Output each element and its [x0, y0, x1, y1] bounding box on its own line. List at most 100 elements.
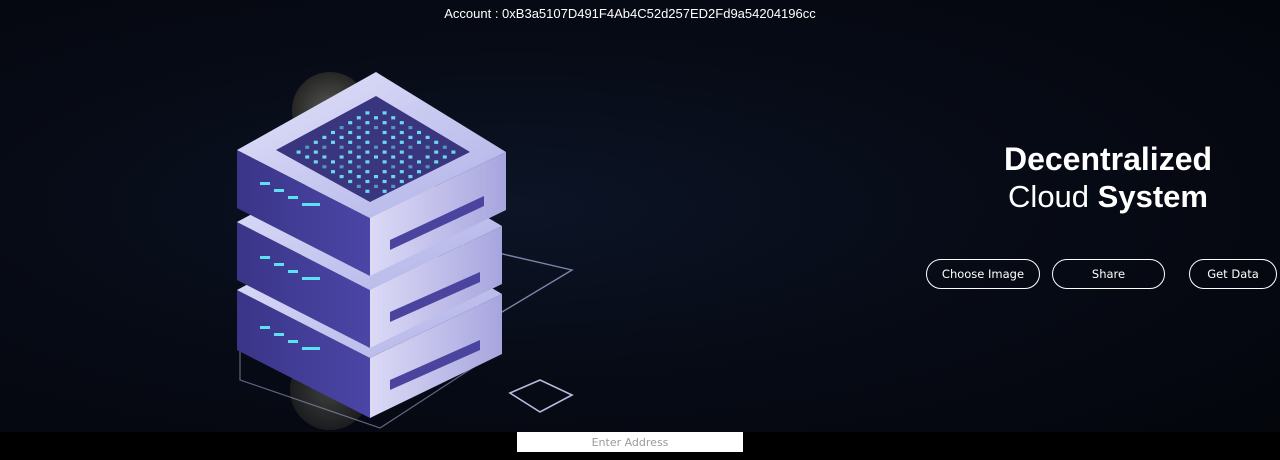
server-led — [331, 130, 335, 135]
server-led — [434, 150, 439, 154]
server-led — [391, 175, 396, 179]
server-led — [399, 121, 404, 125]
server-led — [365, 121, 370, 125]
server-led — [305, 155, 310, 159]
server-led — [399, 160, 404, 164]
server-led — [348, 160, 353, 164]
server-led — [399, 140, 404, 144]
server-led — [339, 145, 344, 149]
server-led — [365, 179, 370, 184]
server-led — [365, 189, 370, 193]
server-led — [408, 175, 413, 179]
server-led — [305, 145, 310, 149]
server-led — [434, 160, 439, 164]
server-led — [374, 155, 378, 159]
server-led — [365, 140, 370, 144]
server-led — [391, 135, 396, 139]
server-led — [322, 145, 327, 149]
server-led — [399, 179, 404, 184]
server-led — [348, 140, 353, 144]
server-led — [442, 155, 447, 159]
server-led — [348, 121, 353, 125]
server-led — [356, 155, 361, 159]
server-led — [374, 126, 378, 130]
server-led — [374, 175, 378, 179]
server-led — [322, 155, 327, 159]
server-led — [313, 160, 318, 164]
server-led — [382, 150, 387, 154]
server-led — [391, 116, 396, 120]
server-led — [425, 145, 430, 149]
server-led — [331, 140, 335, 144]
server-led — [425, 165, 430, 169]
server-led — [425, 155, 430, 159]
address-input[interactable] — [517, 432, 743, 452]
server-led — [391, 126, 396, 130]
server-led — [356, 116, 361, 120]
server-led — [322, 165, 327, 169]
server-led — [399, 170, 404, 174]
share-button[interactable]: Share — [1052, 259, 1165, 289]
server-led — [391, 155, 396, 159]
server-led — [313, 150, 318, 154]
server-led — [348, 150, 353, 154]
server-led — [442, 145, 447, 149]
server-led — [313, 140, 318, 144]
title-line-2-regular: Cloud — [1008, 179, 1098, 214]
server-led — [365, 160, 370, 164]
server-led — [434, 140, 439, 144]
server-led — [331, 170, 335, 174]
title-line-1: Decentralized — [1003, 141, 1213, 177]
app-page: Account : 0xB3a5107D491F4Ab4C52d257ED2Fd… — [0, 0, 1280, 460]
server-led — [417, 160, 421, 164]
server-led — [348, 170, 353, 174]
server-led — [382, 121, 387, 125]
server-led — [365, 150, 370, 154]
server-led — [382, 111, 387, 115]
server-led — [382, 140, 387, 144]
server-led — [417, 140, 421, 144]
server-led — [451, 150, 456, 154]
server-led — [356, 135, 361, 139]
server-led — [374, 145, 378, 149]
page-title: Decentralized Cloud System — [960, 140, 1256, 222]
server-led — [356, 126, 361, 130]
title-line-2-bold: System — [1097, 179, 1208, 214]
choose-image-button[interactable]: Choose Image — [926, 259, 1040, 289]
server-led — [374, 184, 378, 188]
server-led — [339, 165, 344, 169]
server-led — [425, 135, 430, 139]
server-stack-icon — [237, 72, 574, 430]
server-led — [374, 116, 378, 120]
server-led — [399, 150, 404, 154]
server-led — [382, 189, 387, 193]
server-led — [365, 170, 370, 174]
server-led — [356, 165, 361, 169]
server-led — [365, 130, 370, 135]
server-led — [339, 126, 344, 130]
server-led — [382, 130, 387, 135]
server-led — [417, 170, 421, 174]
server-led — [356, 184, 361, 188]
server-led — [296, 150, 301, 154]
server-led — [348, 179, 353, 184]
account-address: Account : 0xB3a5107D491F4Ab4C52d257ED2Fd… — [444, 6, 816, 21]
server-led — [356, 145, 361, 149]
server-led — [348, 130, 353, 135]
server-led — [399, 130, 404, 135]
server-led — [391, 165, 396, 169]
server-led — [382, 170, 387, 174]
server-led — [408, 155, 413, 159]
server-led — [408, 165, 413, 169]
server-led — [365, 111, 370, 115]
server-led — [339, 135, 344, 139]
server-led — [382, 160, 387, 164]
server-led — [408, 145, 413, 149]
server-led — [331, 160, 335, 164]
server-led — [391, 145, 396, 149]
server-led — [322, 135, 327, 139]
server-led — [408, 126, 413, 130]
get-data-button[interactable]: Get Data — [1189, 259, 1277, 289]
server-led — [356, 175, 361, 179]
server-led — [339, 175, 344, 179]
